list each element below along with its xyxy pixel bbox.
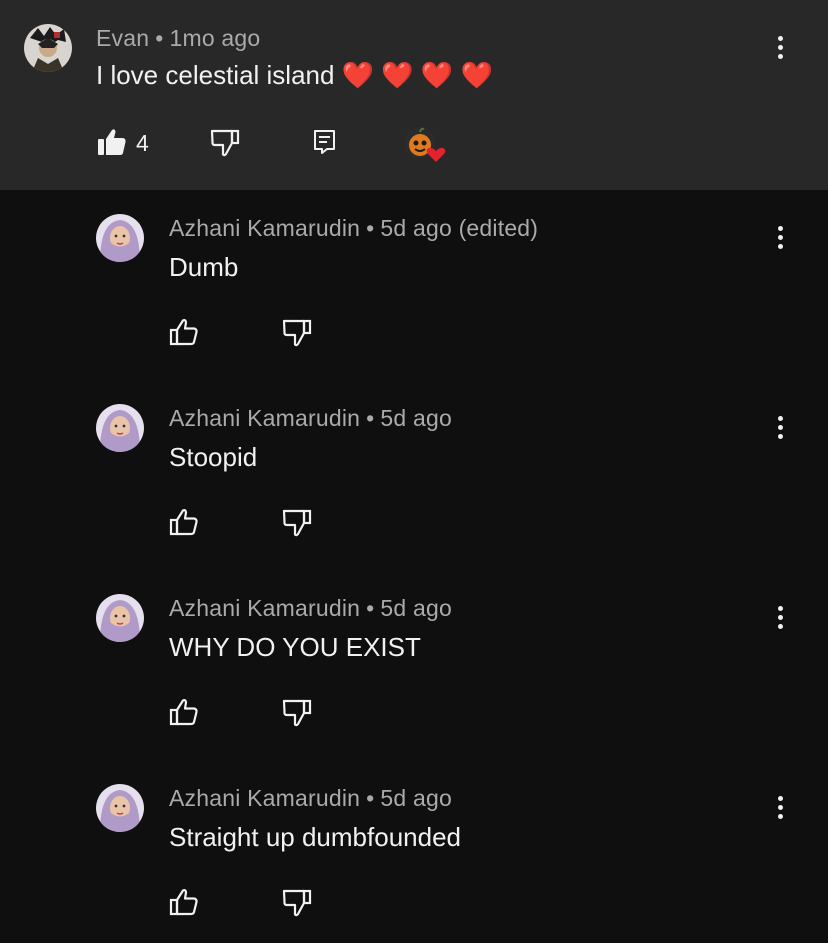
thumbs-down-icon[interactable] bbox=[282, 699, 312, 727]
comment-time[interactable]: 5d ago bbox=[380, 785, 452, 811]
comment-time[interactable]: 1mo ago bbox=[170, 25, 261, 51]
like-count: 4 bbox=[136, 130, 149, 156]
avatar-image bbox=[96, 784, 144, 832]
more-options-button[interactable] bbox=[768, 603, 792, 633]
avatar-image bbox=[96, 404, 144, 452]
edited-label: (edited) bbox=[458, 215, 539, 241]
comment-time[interactable]: 5d ago bbox=[380, 405, 452, 431]
creator-heart-badge bbox=[404, 127, 446, 162]
comment-body: Straight up dumbfounded bbox=[169, 822, 461, 852]
comment-meta: Evan • 1mo ago bbox=[96, 25, 260, 52]
meta-separator: • bbox=[366, 215, 375, 241]
heart-emoji: ❤️ bbox=[381, 60, 414, 90]
avatar-image bbox=[24, 24, 72, 72]
comment-body: I love celestial island bbox=[96, 60, 335, 90]
comment-time[interactable]: 5d ago bbox=[380, 215, 452, 241]
more-options-button[interactable] bbox=[768, 413, 792, 443]
avatar[interactable] bbox=[96, 404, 144, 452]
reply-comment: Azhani Kamarudin • 5d ago Straight up dumb… bbox=[0, 760, 828, 943]
comment-body: WHY DO YOU EXIST bbox=[169, 632, 421, 662]
comment-time[interactable]: 5d ago bbox=[380, 595, 452, 621]
thumbs-down-icon[interactable] bbox=[282, 509, 312, 537]
thumbs-down-icon[interactable] bbox=[282, 319, 312, 347]
avatar-image bbox=[96, 594, 144, 642]
avatar[interactable] bbox=[96, 594, 144, 642]
comment-body: Stoopid bbox=[169, 442, 258, 472]
avatar-image bbox=[96, 214, 144, 262]
highlighted-comment: Evan • 1mo ago I love celestial island ❤️ … bbox=[0, 0, 828, 190]
more-options-button[interactable] bbox=[768, 793, 792, 823]
meta-separator: • bbox=[155, 25, 164, 51]
thumbs-up-icon[interactable] bbox=[169, 508, 199, 536]
thumbs-down-icon[interactable] bbox=[210, 129, 240, 157]
thumbs-up-icon[interactable] bbox=[169, 698, 199, 726]
comment-meta: Azhani Kamarudin • 5d ago bbox=[169, 785, 452, 812]
meta-separator: • bbox=[366, 785, 375, 811]
avatar[interactable] bbox=[24, 24, 72, 72]
reply-comment-icon[interactable] bbox=[313, 129, 337, 155]
thumbs-up-icon[interactable] bbox=[169, 318, 199, 346]
more-options-button[interactable] bbox=[768, 223, 792, 253]
thumbs-up-filled-icon[interactable] bbox=[97, 128, 127, 156]
heart-emoji: ❤️ bbox=[420, 60, 454, 90]
thumbs-down-icon[interactable] bbox=[282, 889, 312, 917]
avatar[interactable] bbox=[96, 214, 144, 262]
comment-meta: Azhani Kamarudin • 5d ago bbox=[169, 595, 452, 622]
author-name[interactable]: Azhani Kamarudin bbox=[169, 785, 360, 811]
meta-separator: • bbox=[366, 405, 375, 431]
author-name[interactable]: Azhani Kamarudin bbox=[169, 405, 360, 431]
comment-body: Dumb bbox=[169, 252, 239, 282]
comment-meta: Azhani Kamarudin • 5d ago (edited) bbox=[169, 215, 538, 242]
meta-separator: • bbox=[366, 595, 375, 621]
comment-text: I love celestial island ❤️ ❤️ ❤️ ❤️ bbox=[96, 60, 493, 91]
reply-comment: Azhani Kamarudin • 5d ago WHY DO YOU EXIST bbox=[0, 570, 828, 760]
thumbs-up-icon[interactable] bbox=[169, 888, 199, 916]
author-name[interactable]: Azhani Kamarudin bbox=[169, 595, 360, 621]
heart-emoji: ❤️ bbox=[341, 60, 375, 90]
author-name[interactable]: Azhani Kamarudin bbox=[169, 215, 360, 241]
reply-comment: Azhani Kamarudin • 5d ago Stoopid bbox=[0, 380, 828, 570]
avatar[interactable] bbox=[96, 784, 144, 832]
reply-comment: Azhani Kamarudin • 5d ago (edited) Dumb bbox=[0, 190, 828, 380]
comments-thread: Evan • 1mo ago I love celestial island ❤️ … bbox=[0, 0, 828, 943]
heart-emoji: ❤️ bbox=[460, 60, 493, 90]
more-options-button[interactable] bbox=[768, 33, 792, 63]
comment-meta: Azhani Kamarudin • 5d ago bbox=[169, 405, 452, 432]
author-name[interactable]: Evan bbox=[96, 25, 149, 51]
